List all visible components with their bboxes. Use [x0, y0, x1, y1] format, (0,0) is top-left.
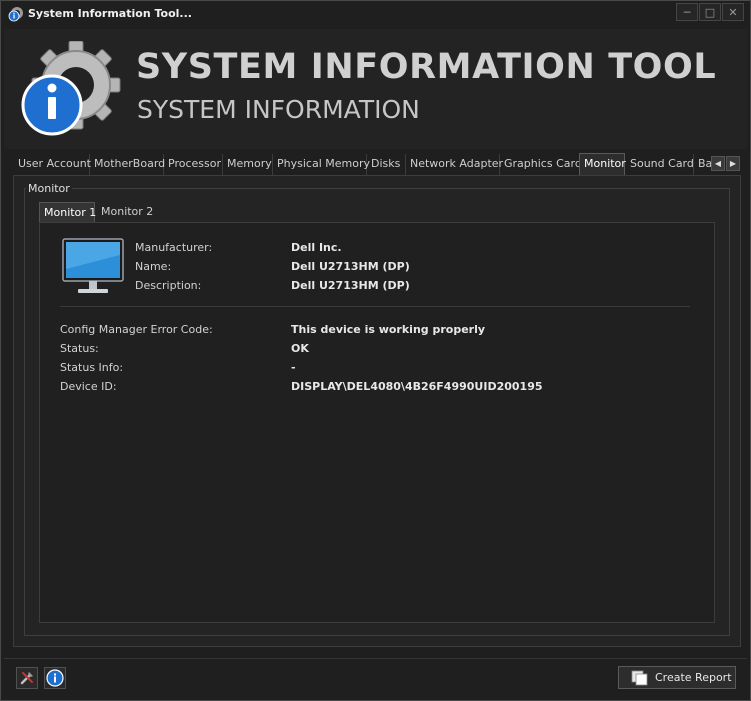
status-info-value: - [291, 361, 296, 374]
info-icon [46, 669, 64, 687]
description-label: Description: [135, 279, 202, 292]
group-label: Monitor [26, 182, 72, 195]
window-controls: ─ □ ✕ [675, 3, 744, 21]
name-value: Dell U2713HM (DP) [291, 260, 410, 273]
device-id-value: DISPLAY\DEL4080\4B26F4990UID200195 [291, 380, 543, 393]
name-label: Name: [135, 260, 172, 273]
tools-icon [20, 672, 33, 685]
banner-subtitle: SYSTEM INFORMATION [137, 95, 420, 124]
monitor-icon [62, 238, 124, 293]
settings-tools-button[interactable] [16, 667, 38, 689]
error-code-label: Config Manager Error Code: [60, 323, 213, 336]
tab-monitor[interactable]: Monitor [579, 153, 626, 175]
tab-disks[interactable]: Disks [367, 154, 406, 175]
tab-processor[interactable]: Processor [164, 154, 223, 175]
header-banner: SYSTEM INFORMATION TOOL SYSTEM INFORMATI… [4, 29, 747, 149]
footer-divider [4, 658, 747, 659]
banner-title: SYSTEM INFORMATION TOOL [136, 47, 717, 87]
manufacturer-value: Dell Inc. [291, 241, 342, 254]
description-value: Dell U2713HM (DP) [291, 279, 410, 292]
error-code-value: This device is working properly [291, 323, 486, 336]
tab-scroll-right-icon[interactable]: ▶ [726, 156, 740, 171]
tab-user-account[interactable]: User Account [14, 154, 91, 175]
create-report-label: Create Report [655, 671, 732, 684]
report-document-icon [631, 670, 648, 685]
monitor-detail-panel: Manufacturer: Dell Inc. Name: Dell U2713… [39, 222, 715, 623]
about-button[interactable] [44, 667, 66, 689]
tab-motherboard[interactable]: MotherBoard [90, 154, 165, 175]
title-bar[interactable]: System Information Tool... ─ □ ✕ [1, 1, 750, 27]
tab-network-adapter[interactable]: Network Adapter [406, 154, 503, 175]
window-title: System Information Tool... [28, 7, 192, 20]
subtab-monitor-1[interactable]: Monitor 1 [39, 202, 96, 222]
device-id-label: Device ID: [60, 380, 117, 393]
divider [60, 306, 690, 307]
info-gear-logo-icon [21, 41, 121, 136]
status-label: Status: [60, 342, 99, 355]
tab-memory[interactable]: Memory [223, 154, 273, 175]
minimize-button[interactable]: ─ [676, 3, 698, 21]
main-tab-strip: User Account MotherBoard Processor Memor… [14, 153, 742, 175]
status-value: OK [291, 342, 309, 355]
tab-sound-card[interactable]: Sound Card [626, 154, 694, 175]
app-gear-icon [8, 7, 23, 22]
maximize-button[interactable]: □ [699, 3, 721, 21]
app-window: System Information Tool... ─ □ ✕ SYSTEM … [0, 0, 751, 701]
create-report-button[interactable]: Create Report [618, 666, 736, 689]
tab-graphics-card[interactable]: Graphics Card [500, 154, 582, 175]
manufacturer-label: Manufacturer: [135, 241, 213, 254]
close-button[interactable]: ✕ [722, 3, 744, 21]
tab-scroll-left-icon[interactable]: ◀ [711, 156, 725, 171]
tab-physical-memory[interactable]: Physical Memory [273, 154, 370, 175]
status-info-label: Status Info: [60, 361, 124, 374]
subtab-monitor-2[interactable]: Monitor 2 [97, 202, 155, 222]
